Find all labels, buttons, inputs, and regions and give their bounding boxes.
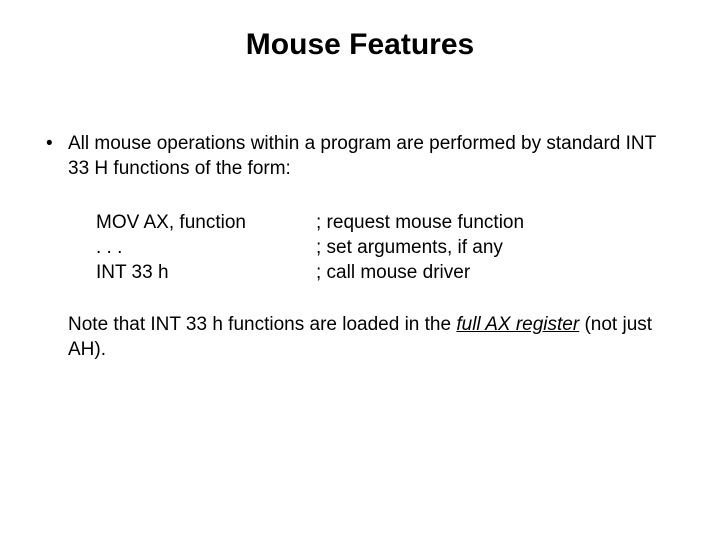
code-block: MOV AX, function ; request mouse functio… xyxy=(96,211,680,285)
bullet-text: All mouse operations within a program ar… xyxy=(68,133,656,179)
code-comment: ; request mouse function xyxy=(316,211,680,236)
slide-body: • All mouse operations within a program … xyxy=(40,132,680,363)
bullet-list: • All mouse operations within a program … xyxy=(40,132,680,181)
note-text: Note that INT 33 h functions are loaded … xyxy=(68,313,668,362)
page-title: Mouse Features xyxy=(40,28,680,62)
slide: Mouse Features • All mouse operations wi… xyxy=(0,0,720,540)
bullet-item: • All mouse operations within a program … xyxy=(40,132,680,181)
code-comment: ; call mouse driver xyxy=(316,261,680,286)
code-instruction: . . . xyxy=(96,236,316,261)
bullet-glyph: • xyxy=(46,132,53,157)
code-instruction: INT 33 h xyxy=(96,261,316,286)
code-instruction: MOV AX, function xyxy=(96,211,316,236)
note-pre: Note that INT 33 h functions are loaded … xyxy=(68,314,456,335)
code-comment: ; set arguments, if any xyxy=(316,236,680,261)
code-row: INT 33 h ; call mouse driver xyxy=(96,261,680,286)
code-row: . . . ; set arguments, if any xyxy=(96,236,680,261)
code-row: MOV AX, function ; request mouse functio… xyxy=(96,211,680,236)
note-emph: full AX register xyxy=(456,314,579,335)
